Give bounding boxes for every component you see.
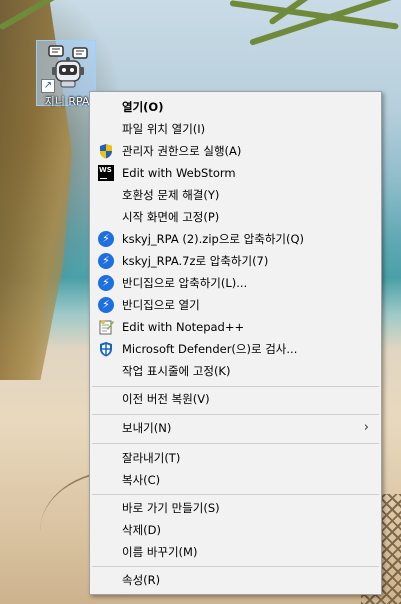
menu-item-label: Microsoft Defender(으)로 검사... — [122, 342, 298, 356]
shortcut-arrow-icon: ↗ — [41, 79, 55, 93]
bandizip-icon: ⚡ — [98, 275, 114, 291]
menu-item-label: kskyj_RPA (2).zip으로 압축하기(Q) — [122, 232, 305, 246]
menu-item-properties[interactable]: 속성(R) — [92, 569, 379, 591]
menu-item-copy[interactable]: 복사(C) — [92, 469, 379, 491]
menu-item-edit-notepadpp[interactable]: Edit with Notepad++ — [92, 316, 379, 338]
menu-item-label: 호환성 문제 해결(Y) — [122, 188, 220, 202]
menu-item-edit-webstorm[interactable]: WS Edit with WebStorm — [92, 162, 379, 184]
menu-item-label: 삭제(D) — [122, 523, 161, 537]
menu-item-troubleshoot-compatibility[interactable]: 호환성 문제 해결(Y) — [92, 184, 379, 206]
bandizip-icon: ⚡ — [98, 253, 114, 269]
bandizip-icon: ⚡ — [98, 297, 114, 313]
bandizip-icon: ⚡ — [98, 231, 114, 247]
menu-item-pin-to-start[interactable]: 시작 화면에 고정(P) — [92, 206, 379, 228]
menu-item-label: 열기(O) — [122, 100, 164, 114]
menu-item-label: 복사(C) — [122, 473, 161, 487]
menu-item-compress-bandizip[interactable]: ⚡ 반디집으로 압축하기(L)... — [92, 272, 379, 294]
menu-item-label: 작업 표시줄에 고정(K) — [122, 364, 231, 378]
menu-item-label: kskyj_RPA.7z로 압축하기(7) — [122, 254, 269, 268]
menu-item-cut[interactable]: 잘라내기(T) — [92, 447, 379, 469]
menu-item-send-to[interactable]: 보내기(N) › — [92, 417, 379, 439]
menu-separator — [92, 386, 379, 387]
menu-item-label: 시작 화면에 고정(P) — [122, 210, 220, 224]
menu-item-pin-to-taskbar[interactable]: 작업 표시줄에 고정(K) — [92, 360, 379, 382]
menu-item-defender-scan[interactable]: Microsoft Defender(으)로 검사... — [92, 338, 379, 360]
menu-item-label: 잘라내기(T) — [122, 451, 181, 465]
context-menu: 열기(O) 파일 위치 열기(I) 관리자 권한으로 실행(A) WS Edit… — [89, 91, 382, 595]
menu-item-label: 반디집으로 열기 — [122, 298, 200, 312]
menu-item-label: 반디집으로 압축하기(L)... — [122, 276, 248, 290]
menu-item-create-shortcut[interactable]: 바로 가기 만들기(S) — [92, 497, 379, 519]
notepadpp-icon — [99, 320, 114, 335]
menu-item-label: 파일 위치 열기(I) — [122, 122, 206, 136]
menu-item-delete[interactable]: 삭제(D) — [92, 519, 379, 541]
menu-separator — [92, 414, 379, 415]
menu-item-label: 이름 바꾸기(M) — [122, 545, 198, 559]
menu-item-label: 이전 버전 복원(V) — [122, 392, 210, 406]
desktop-icon-genie-rpa[interactable]: ↗ 지니 RPA — [36, 40, 96, 108]
uac-shield-icon — [100, 144, 112, 159]
menu-item-label: 속성(R) — [122, 573, 161, 587]
webstorm-icon: WS — [98, 165, 114, 181]
menu-item-rename[interactable]: 이름 바꾸기(M) — [92, 541, 379, 563]
menu-item-label: 관리자 권한으로 실행(A) — [122, 144, 242, 158]
menu-item-open-file-location[interactable]: 파일 위치 열기(I) — [92, 118, 379, 140]
desktop-icon-label: 지니 RPA — [44, 95, 90, 108]
menu-item-label: Edit with WebStorm — [122, 166, 236, 180]
menu-separator — [92, 566, 379, 567]
menu-item-label: 보내기(N) — [122, 421, 172, 435]
menu-item-open-bandizip[interactable]: ⚡ 반디집으로 열기 — [92, 294, 379, 316]
menu-separator — [92, 443, 379, 444]
menu-item-run-as-admin[interactable]: 관리자 권한으로 실행(A) — [92, 140, 379, 162]
menu-item-label: 바로 가기 만들기(S) — [122, 501, 220, 515]
chevron-right-icon: › — [363, 420, 369, 435]
menu-item-open[interactable]: 열기(O) — [92, 96, 379, 118]
menu-item-restore-previous-versions[interactable]: 이전 버전 복원(V) — [92, 388, 379, 410]
menu-item-compress-7z[interactable]: ⚡ kskyj_RPA.7z로 압축하기(7) — [92, 250, 379, 272]
menu-item-label: Edit with Notepad++ — [122, 320, 245, 334]
menu-separator — [92, 494, 379, 495]
defender-icon — [100, 342, 112, 357]
menu-item-compress-zip[interactable]: ⚡ kskyj_RPA (2).zip으로 압축하기(Q) — [92, 228, 379, 250]
